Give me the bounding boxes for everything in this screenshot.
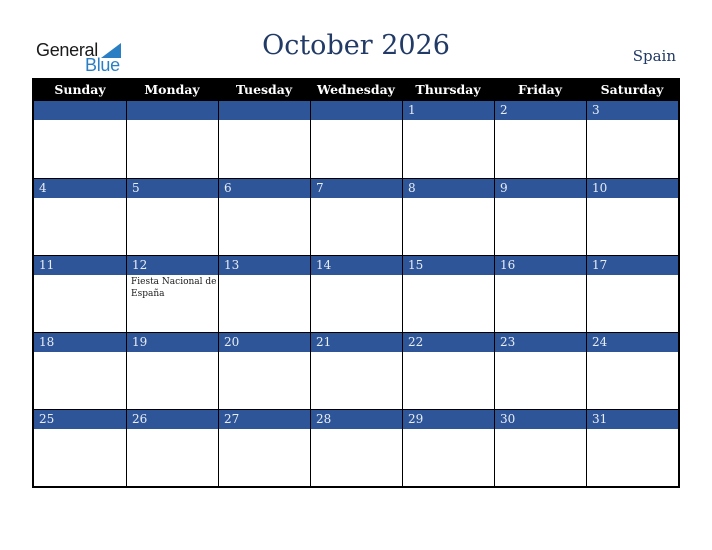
day-number — [127, 101, 218, 120]
day-cell[interactable]: 24 — [586, 333, 678, 409]
day-number: 12 — [127, 256, 218, 275]
day-cell[interactable] — [218, 101, 310, 178]
day-cell[interactable]: 26 — [126, 410, 218, 486]
day-cell[interactable]: 11 — [34, 256, 126, 332]
weekday-tuesday: Tuesday — [235, 82, 293, 97]
day-cell[interactable]: 6 — [218, 179, 310, 255]
day-cell[interactable]: 7 — [310, 179, 402, 255]
day-number — [219, 101, 310, 120]
day-number: 27 — [219, 410, 310, 429]
day-number: 5 — [127, 179, 218, 198]
day-number: 25 — [34, 410, 126, 429]
day-number: 26 — [127, 410, 218, 429]
day-number: 14 — [311, 256, 402, 275]
day-cell[interactable]: 13 — [218, 256, 310, 332]
day-number: 31 — [587, 410, 678, 429]
day-number: 8 — [403, 179, 494, 198]
day-number: 23 — [495, 333, 586, 352]
day-cell[interactable]: 9 — [494, 179, 586, 255]
weekday-monday: Monday — [144, 82, 200, 97]
day-number — [34, 101, 126, 120]
weekday-sunday: Sunday — [54, 82, 106, 97]
day-number: 17 — [587, 256, 678, 275]
day-number — [311, 101, 402, 120]
day-number: 7 — [311, 179, 402, 198]
day-cell[interactable]: 17 — [586, 256, 678, 332]
day-number: 18 — [34, 333, 126, 352]
day-cell[interactable] — [310, 101, 402, 178]
day-number: 20 — [219, 333, 310, 352]
day-cell[interactable]: 30 — [494, 410, 586, 486]
day-number: 2 — [495, 101, 586, 120]
day-cell[interactable]: 12 Fiesta Nacional de España — [126, 256, 218, 332]
day-cell[interactable]: 10 — [586, 179, 678, 255]
day-number: 11 — [34, 256, 126, 275]
day-cell[interactable]: 3 — [586, 101, 678, 178]
week-row: 11 12 Fiesta Nacional de España 13 14 15 16 17 — [34, 255, 678, 332]
day-number: 16 — [495, 256, 586, 275]
day-cell[interactable]: 22 — [402, 333, 494, 409]
day-cell[interactable]: 25 — [34, 410, 126, 486]
day-cell[interactable]: 14 — [310, 256, 402, 332]
day-number: 19 — [127, 333, 218, 352]
holiday-label: Fiesta Nacional de España — [131, 277, 217, 299]
day-number: 24 — [587, 333, 678, 352]
day-cell[interactable]: 15 — [402, 256, 494, 332]
day-number: 9 — [495, 179, 586, 198]
day-number: 29 — [403, 410, 494, 429]
day-cell[interactable]: 31 — [586, 410, 678, 486]
week-row: 123 — [34, 101, 678, 178]
day-number: 21 — [311, 333, 402, 352]
day-number: 28 — [311, 410, 402, 429]
weeks-container: 1 2 3 4 5 6 7 8 9 10 11 12 Fiesta Nacional de España… — [34, 101, 678, 486]
day-cell[interactable]: 4 — [34, 179, 126, 255]
day-cell[interactable] — [126, 101, 218, 178]
day-cell[interactable]: 5 — [126, 179, 218, 255]
day-number: 22 — [403, 333, 494, 352]
day-number: 13 — [219, 256, 310, 275]
day-cell[interactable]: 21 — [310, 333, 402, 409]
day-cell[interactable]: 27 — [218, 410, 310, 486]
weekday-header-row: Sunday Monday Tuesday Wednesday Thursday… — [34, 78, 678, 101]
day-cell[interactable]: 20 — [218, 333, 310, 409]
day-cell[interactable] — [34, 101, 126, 178]
week-row: 18 19 20 21 22 23 24 — [34, 332, 678, 409]
day-cell[interactable]: 2 — [494, 101, 586, 178]
calendar-title: October 2026 — [262, 30, 450, 61]
day-number: 1 — [403, 101, 494, 120]
day-number: 15 — [403, 256, 494, 275]
day-cell[interactable]: 23 — [494, 333, 586, 409]
country-label: Spain — [632, 47, 676, 65]
calendar-grid: Sunday Monday Tuesday Wednesday Thursday… — [32, 78, 680, 488]
day-cell[interactable]: 28 — [310, 410, 402, 486]
day-cell[interactable]: 19 — [126, 333, 218, 409]
weekday-wednesday: Wednesday — [317, 82, 395, 97]
day-cell[interactable]: 16 — [494, 256, 586, 332]
weekday-thursday: Thursday — [415, 82, 481, 97]
week-row: 4 5 6 7 8 9 10 — [34, 178, 678, 255]
day-number: 6 — [219, 179, 310, 198]
day-number: 3 — [587, 101, 678, 120]
day-number: 4 — [34, 179, 126, 198]
day-number: 10 — [587, 179, 678, 198]
weekday-friday: Friday — [517, 82, 563, 97]
day-number: 30 — [495, 410, 586, 429]
week-row: 25 26 27 28 29 30 31 — [34, 409, 678, 486]
weekday-saturday: Saturday — [600, 82, 664, 97]
day-cell[interactable]: 8 — [402, 179, 494, 255]
day-cell[interactable]: 18 — [34, 333, 126, 409]
day-cell[interactable]: 29 — [402, 410, 494, 486]
day-cell[interactable]: 1 — [402, 101, 494, 178]
